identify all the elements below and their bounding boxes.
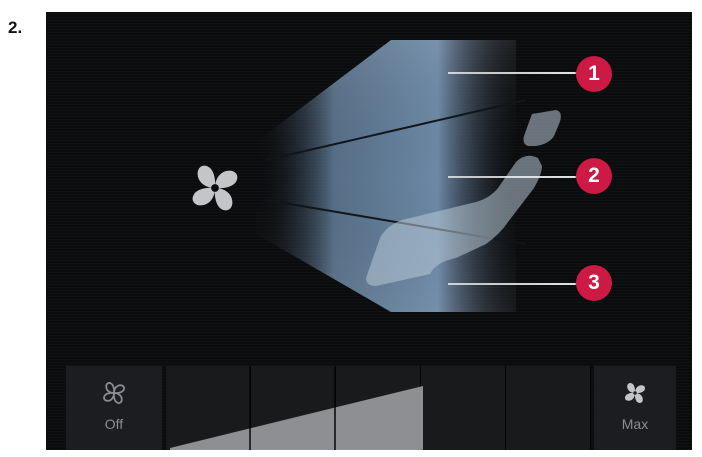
fan-level-fill — [170, 366, 423, 450]
callout-badge-3: 3 — [576, 265, 612, 301]
fan-max-button[interactable]: Max — [594, 366, 676, 450]
leader-line-2 — [448, 176, 578, 178]
climate-airflow-screen: 1 2 3 Off Max — [46, 12, 692, 450]
leader-line-1 — [448, 72, 578, 74]
fan-filled-icon — [624, 382, 646, 404]
leader-line-3 — [448, 283, 578, 285]
callout-badge-1: 1 — [576, 56, 612, 92]
fan-icon — [192, 165, 238, 211]
fan-max-label: Max — [621, 416, 649, 432]
callout-badge-2: 2 — [576, 158, 612, 194]
fan-speed-bar: Off Max — [66, 366, 676, 450]
step-number: 2. — [8, 18, 23, 37]
